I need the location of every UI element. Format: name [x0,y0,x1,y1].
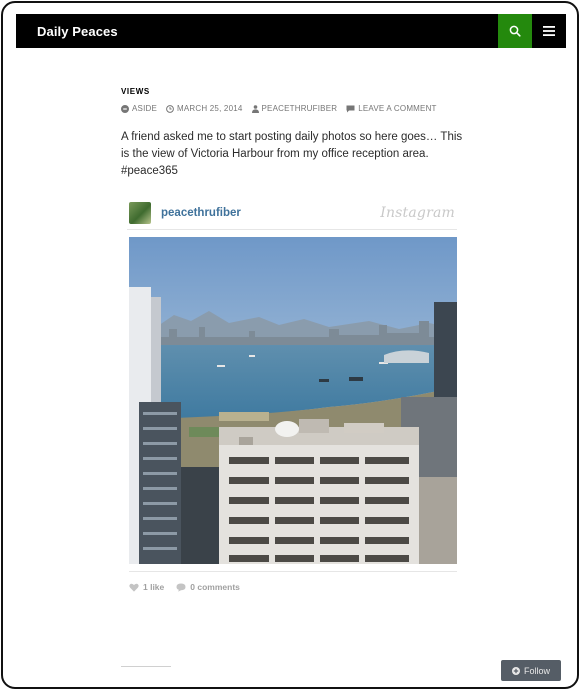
instagram-footer: 1 like 0 comments [129,571,457,592]
user-icon [251,104,259,113]
clock-icon [166,104,174,113]
instagram-username[interactable]: peacethrufiber [161,207,241,219]
leave-comment-link[interactable]: LEAVE A COMMENT [346,104,436,113]
like-count-label: 1 like [143,582,165,592]
browser-frame: Daily Peaces VIEWS ASIDE MARCH 25, 2014 … [1,1,579,689]
instagram-logo[interactable]: Instagram [380,205,455,221]
category-link[interactable]: VIEWS [121,87,150,96]
plus-icon [511,666,520,675]
like-count[interactable]: 1 like [129,582,164,592]
site-header: Daily Peaces [16,14,566,48]
post-date: MARCH 25, 2014 [177,104,243,113]
leave-comment-label: LEAVE A COMMENT [358,104,437,113]
post-format-link[interactable]: ASIDE [121,104,157,113]
comment-count[interactable]: 0 comments [176,582,240,592]
post-content: A friend asked me to start posting daily… [121,131,463,177]
post-author-link[interactable]: PEACETHRUFIBER [251,104,338,113]
follow-label: Follow [523,665,550,676]
post-entry: VIEWS ASIDE MARCH 25, 2014 PEACETHRUFIBE… [121,81,462,592]
harbour-photo [129,237,457,564]
speech-bubble-icon [176,583,186,592]
post-author: PEACETHRUFIBER [261,104,338,113]
aside-format-icon [121,104,129,113]
instagram-photo[interactable] [129,237,457,564]
avatar[interactable] [129,201,151,224]
instagram-header: peacethrufiber Instagram [127,196,457,230]
comment-icon [346,105,355,112]
menu-button[interactable] [532,14,566,48]
follow-button[interactable]: Follow [501,660,561,681]
entry-meta: ASIDE MARCH 25, 2014 PEACETHRUFIBER LEAV… [121,104,461,113]
instagram-embed: peacethrufiber Instagram 1 like 0 commen… [127,196,457,592]
next-post-divider [121,666,171,667]
search-icon [509,25,521,37]
post-format-label: ASIDE [132,104,158,113]
comment-count-label: 0 comments [190,582,240,592]
heart-icon [129,583,139,592]
hamburger-icon [543,26,555,36]
post-date-link[interactable]: MARCH 25, 2014 [166,104,243,113]
search-button[interactable] [498,14,532,48]
site-title[interactable]: Daily Peaces [37,24,498,39]
